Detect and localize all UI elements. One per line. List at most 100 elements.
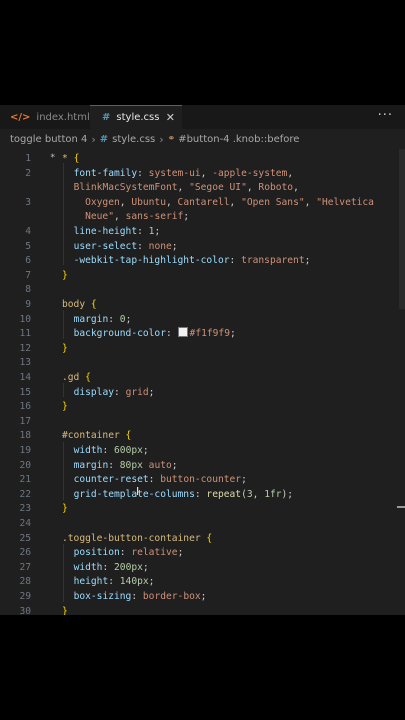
line-number: 12 — [19, 342, 31, 354]
hash-icon: # — [102, 112, 111, 123]
text-cursor-icon: I — [136, 485, 140, 498]
line-number: 26 — [19, 547, 31, 559]
code-line[interactable]: 15 display: grid; — [0, 386, 395, 401]
code-text: font-family: system-ui, -apple-system, — [73, 167, 294, 179]
code-text: width: 200px; — [73, 561, 149, 573]
code-text: Oxygen, Ubuntu, Cantarell, "Open Sans", … — [85, 196, 374, 208]
code-line[interactable]: 14 .gd { — [0, 371, 395, 386]
line-number: 17 — [19, 415, 31, 427]
line-number: 1 — [25, 153, 31, 164]
code-line[interactable]: 17 — [0, 415, 395, 430]
code-line[interactable]: 26 position: relative; — [0, 546, 395, 561]
code-line[interactable]: 10 margin: 0; — [0, 313, 395, 328]
chevron-right-icon: › — [91, 132, 96, 146]
breadcrumb-file[interactable]: style.css — [112, 134, 155, 145]
code-line[interactable]: 2 font-family: system-ui, -apple-system, — [0, 167, 395, 182]
code-line[interactable]: Neue", sans-serif; — [0, 210, 395, 225]
code-line[interactable]: 5 user-select: none; — [0, 240, 395, 255]
code-text: box-sizing: border-box; — [73, 591, 207, 602]
code-line[interactable]: 20 margin: 80px auto; — [0, 459, 395, 474]
code-text: .toggle-button-container { — [62, 532, 213, 544]
code-line[interactable]: 24 — [0, 517, 395, 532]
line-number: 8 — [25, 284, 31, 296]
line-number: 21 — [19, 474, 31, 486]
tab-index-html[interactable]: </> index.html — [0, 105, 90, 129]
code-line[interactable]: 11 background-color: #f1f9f9; — [0, 327, 395, 342]
code-line[interactable]: 27 width: 200px; — [0, 561, 395, 576]
code-line[interactable]: 21 counter-reset: button-counter; — [0, 473, 395, 488]
breadcrumb-symbol[interactable]: #button-4 .knob::before — [178, 134, 299, 145]
code-text: #container { — [62, 430, 132, 442]
code-line[interactable]: 13 — [0, 356, 395, 371]
code-text: line-height: 1; — [73, 226, 161, 237]
code-line[interactable]: 4 line-height: 1; — [0, 225, 395, 240]
code-line[interactable]: 12} — [0, 342, 395, 357]
line-number: 15 — [19, 386, 31, 398]
line-number: 20 — [19, 459, 31, 471]
code-line[interactable]: 19 width: 600px; — [0, 444, 395, 459]
code-line[interactable]: 22 grid-template-columns: repeat(3, 1fr)… — [0, 488, 395, 503]
tab-bar: </> index.html # style.css ✕ ··· — [0, 105, 405, 129]
chevron-right-icon: › — [159, 132, 164, 146]
scrollbar[interactable] — [399, 149, 405, 309]
line-number: 19 — [19, 445, 31, 456]
line-number: 14 — [19, 372, 31, 383]
code-line[interactable]: 23} — [0, 502, 395, 517]
line-number: 4 — [25, 226, 31, 237]
code-text: .gd { — [62, 372, 91, 383]
line-number: 30 — [19, 605, 31, 615]
code-text: user-select: none; — [73, 240, 178, 252]
line-number: 3 — [25, 196, 31, 208]
tab-style-css[interactable]: # style.css ✕ — [90, 105, 182, 129]
code-line[interactable]: 9 body { — [0, 298, 395, 313]
code-line[interactable]: 1 * { — [0, 152, 395, 167]
code-text: } — [62, 605, 68, 615]
code-text: -webkit-tap-highlight-color: transparent… — [73, 255, 311, 267]
breadcrumb-folder[interactable]: toggle button 4 — [10, 134, 87, 145]
line-number: 18 — [19, 430, 31, 442]
code-line[interactable]: 28 height: 140px; — [0, 575, 395, 590]
breadcrumb: toggle button 4 › # style.css › ⚭ #butto… — [0, 129, 405, 149]
line-number: 25 — [19, 532, 31, 544]
code-line[interactable]: 8 — [0, 283, 395, 298]
code-text: * { — [62, 153, 80, 164]
line-number: 7 — [25, 269, 31, 281]
code-line[interactable]: BlinkMacSystemFont, "Segoe UI", Roboto, — [0, 181, 395, 196]
line-number: 9 — [25, 299, 31, 310]
code-line[interactable]: 18 #container { — [0, 429, 395, 444]
code-text: counter-reset: button-counter; — [73, 474, 247, 486]
code-text: display: grid; — [73, 386, 155, 398]
code-text: BlinkMacSystemFont, "Segoe UI", Roboto, — [73, 182, 299, 194]
line-number: 27 — [19, 561, 31, 573]
code-text: } — [62, 342, 68, 354]
code-line[interactable]: 30} — [0, 605, 395, 615]
code-line[interactable]: 7} — [0, 269, 395, 284]
chevron-code-icon: </> — [10, 111, 31, 123]
code-text: Neue", sans-serif; — [85, 211, 190, 223]
line-number: 22 — [19, 488, 31, 500]
code-text: body { — [62, 299, 97, 310]
line-number: 13 — [19, 357, 31, 369]
code-area[interactable]: * 1 * {2 font-family: system-ui, -apple-s… — [0, 149, 405, 615]
code-text: background-color: #f1f9f9; — [73, 327, 236, 340]
code-text: height: 140px; — [73, 576, 155, 588]
close-icon[interactable]: ✕ — [166, 111, 175, 124]
code-editor: </> index.html # style.css ✕ ··· toggle … — [0, 105, 405, 615]
code-text: position: relative; — [73, 547, 184, 559]
line-number: 29 — [19, 591, 31, 602]
line-number: 16 — [19, 401, 31, 413]
code-line[interactable]: 6 -webkit-tap-highlight-color: transpare… — [0, 254, 395, 269]
code-text: margin: 80px auto; — [73, 459, 178, 471]
code-line[interactable]: 16} — [0, 400, 395, 415]
code-line[interactable]: 25 .toggle-button-container { — [0, 532, 395, 547]
line-number: 10 — [19, 313, 31, 325]
line-number: 5 — [25, 240, 31, 252]
code-line[interactable]: 3 Oxygen, Ubuntu, Cantarell, "Open Sans"… — [0, 196, 395, 211]
code-text: width: 600px; — [73, 445, 149, 456]
more-actions-icon[interactable]: ··· — [378, 108, 393, 123]
code-text: } — [62, 269, 68, 281]
symbol-icon: ⚭ — [167, 134, 176, 144]
code-line[interactable]: 29 box-sizing: border-box; — [0, 590, 395, 605]
code-text: } — [62, 503, 68, 515]
line-number: 23 — [19, 503, 31, 515]
